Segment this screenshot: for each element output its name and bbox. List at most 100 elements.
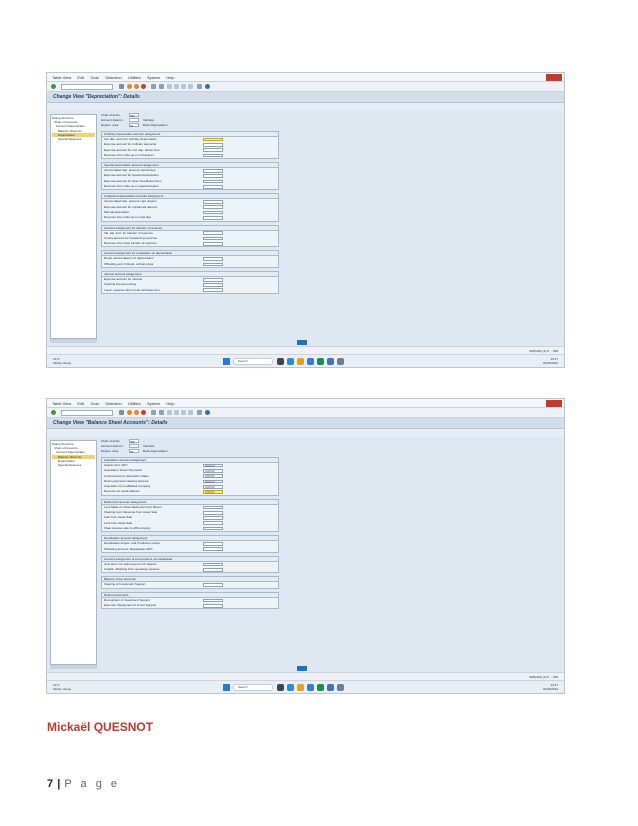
menu-table-view[interactable]: Table View <box>52 73 71 82</box>
explorer-icon[interactable] <box>297 358 304 365</box>
account-input[interactable] <box>203 241 223 246</box>
weather-widget[interactable]: 14°C Mostly cloudy <box>53 683 71 691</box>
account-input[interactable] <box>203 283 223 287</box>
taskbar-search[interactable]: Search <box>233 684 273 691</box>
menu-goto[interactable]: Goto <box>90 73 99 82</box>
new-session-icon[interactable] <box>197 84 202 89</box>
account-input[interactable]: 0000000 <box>203 474 223 478</box>
tree-item-special-reserves[interactable]: Special Reserves <box>52 463 95 467</box>
account-input[interactable] <box>203 236 223 241</box>
cancel-icon[interactable] <box>141 410 146 415</box>
back-icon[interactable] <box>127 410 132 415</box>
prev-page-icon[interactable] <box>174 410 179 415</box>
app-icon[interactable] <box>327 684 334 691</box>
last-page-icon[interactable] <box>188 84 193 89</box>
account-input[interactable] <box>203 562 223 567</box>
account-input[interactable] <box>203 231 223 236</box>
close-icon[interactable] <box>546 400 562 407</box>
print-icon[interactable] <box>151 410 156 415</box>
account-input[interactable] <box>203 174 223 178</box>
account-input[interactable] <box>203 200 223 204</box>
account-input[interactable] <box>203 179 223 184</box>
account-input[interactable] <box>203 205 223 210</box>
menu-help[interactable]: Help <box>166 73 174 82</box>
help-icon[interactable] <box>205 410 210 415</box>
excel-icon[interactable] <box>317 358 324 365</box>
account-input[interactable] <box>203 598 223 603</box>
command-field[interactable] <box>61 84 113 90</box>
print-icon[interactable] <box>151 84 156 89</box>
menu-edit[interactable]: Edit <box>77 399 84 408</box>
account-input[interactable] <box>203 516 223 520</box>
account-input[interactable] <box>203 510 223 515</box>
account-input[interactable] <box>203 526 223 531</box>
account-input[interactable] <box>203 567 223 572</box>
account-input[interactable] <box>203 521 223 526</box>
exit-icon[interactable] <box>134 410 139 415</box>
account-input[interactable] <box>203 583 223 587</box>
account-input[interactable]: 0000000 <box>203 463 223 468</box>
account-input[interactable] <box>203 184 223 189</box>
sap-logon-icon[interactable] <box>337 358 344 365</box>
next-page-icon[interactable] <box>181 84 186 89</box>
help-icon[interactable] <box>205 84 210 89</box>
command-field[interactable] <box>61 410 113 416</box>
menu-help[interactable]: Help <box>166 399 174 408</box>
menu-system[interactable]: System <box>147 73 160 82</box>
account-input[interactable] <box>203 257 223 261</box>
find-icon[interactable] <box>159 410 164 415</box>
enter-icon[interactable] <box>51 84 56 89</box>
account-input[interactable] <box>203 137 223 142</box>
account-input[interactable] <box>203 277 223 282</box>
menu-utilities[interactable]: Utilities <box>128 73 141 82</box>
first-page-icon[interactable] <box>167 410 172 415</box>
tree-item-special-reserves[interactable]: Special Reserves <box>52 137 95 141</box>
account-input[interactable] <box>203 168 223 173</box>
account-input[interactable] <box>203 148 223 153</box>
account-input[interactable] <box>203 216 223 220</box>
windows-start-icon[interactable] <box>223 358 230 365</box>
windows-start-icon[interactable] <box>223 684 230 691</box>
exit-icon[interactable] <box>134 84 139 89</box>
menu-edit[interactable]: Edit <box>77 73 84 82</box>
system-tray-clock[interactable]: 12:47 02/05/2024 <box>543 683 558 691</box>
explorer-icon[interactable] <box>297 684 304 691</box>
menu-utilities[interactable]: Utilities <box>128 399 141 408</box>
save-icon[interactable] <box>119 84 124 89</box>
account-input[interactable]: 0000000 <box>203 469 223 473</box>
weather-widget[interactable]: 14°C Mostly cloudy <box>53 357 71 365</box>
first-page-icon[interactable] <box>167 84 172 89</box>
account-input[interactable] <box>203 210 223 215</box>
app-icon[interactable] <box>327 358 334 365</box>
menu-selection[interactable]: Selection <box>105 399 121 408</box>
system-tray-clock[interactable]: 12:47 02/05/2024 <box>543 357 558 365</box>
save-icon[interactable] <box>119 410 124 415</box>
menu-goto[interactable]: Goto <box>90 399 99 408</box>
menu-table-view[interactable]: Table View <box>52 399 71 408</box>
back-icon[interactable] <box>127 84 132 89</box>
prev-page-icon[interactable] <box>174 84 179 89</box>
account-input[interactable]: 0000000 <box>203 490 223 494</box>
account-input[interactable]: 0000000 <box>203 484 223 489</box>
account-input[interactable] <box>203 542 223 546</box>
account-input[interactable] <box>203 547 223 552</box>
find-icon[interactable] <box>159 84 164 89</box>
menu-selection[interactable]: Selection <box>105 73 121 82</box>
account-input[interactable] <box>203 143 223 147</box>
mail-icon[interactable] <box>307 358 314 365</box>
tree-scrollbar[interactable] <box>50 665 97 669</box>
account-input[interactable] <box>203 505 223 510</box>
enter-icon[interactable] <box>51 410 56 415</box>
account-input[interactable]: 0000000 <box>203 479 223 484</box>
tree-scrollbar[interactable] <box>50 339 97 343</box>
task-view-icon[interactable] <box>277 684 284 691</box>
account-input[interactable] <box>203 603 223 608</box>
task-view-icon[interactable] <box>277 358 284 365</box>
next-page-icon[interactable] <box>181 410 186 415</box>
excel-icon[interactable] <box>317 684 324 691</box>
edge-icon[interactable] <box>287 358 294 365</box>
mail-icon[interactable] <box>307 684 314 691</box>
taskbar-search[interactable]: Search <box>233 358 273 365</box>
account-input[interactable] <box>203 288 223 293</box>
close-icon[interactable] <box>546 74 562 81</box>
